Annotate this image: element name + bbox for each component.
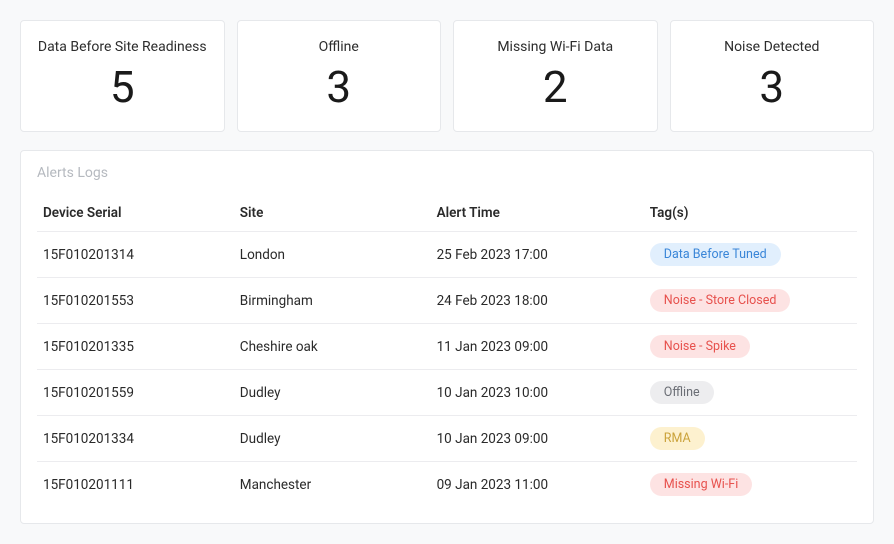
cell-serial: 15F010201335	[37, 324, 234, 370]
col-header-site[interactable]: Site	[234, 197, 431, 232]
cell-tags: Noise - Spike	[644, 324, 857, 370]
cell-site: Dudley	[234, 416, 431, 462]
cell-tags: Offline	[644, 370, 857, 416]
alerts-logs-panel: Alerts Logs Device Serial Site Alert Tim…	[20, 150, 874, 524]
cell-site: London	[234, 232, 431, 278]
table-row[interactable]: 15F010201334Dudley10 Jan 2023 09:00 RMA	[37, 416, 857, 462]
stat-card-missing-wifi[interactable]: Missing Wi-Fi Data 2	[453, 20, 658, 132]
cell-tags: Missing Wi-Fi	[644, 462, 857, 508]
cell-site: Birmingham	[234, 278, 431, 324]
tag-badge[interactable]: Noise - Store Closed	[650, 289, 791, 312]
stat-value: 3	[683, 65, 862, 109]
stat-label: Offline	[250, 39, 429, 55]
cell-time: 10 Jan 2023 10:00	[431, 370, 644, 416]
cell-serial: 15F010201314	[37, 232, 234, 278]
cell-tags: Data Before Tuned	[644, 232, 857, 278]
col-header-tags[interactable]: Tag(s)	[644, 197, 857, 232]
cell-time: 24 Feb 2023 18:00	[431, 278, 644, 324]
stat-card-noise[interactable]: Noise Detected 3	[670, 20, 875, 132]
table-row[interactable]: 15F010201559Dudley10 Jan 2023 10:00 Offli…	[37, 370, 857, 416]
tag-badge[interactable]: Data Before Tuned	[650, 243, 781, 266]
cell-site: Manchester	[234, 462, 431, 508]
stat-value: 2	[466, 65, 645, 109]
stat-card-data-before[interactable]: Data Before Site Readiness 5	[20, 20, 225, 132]
table-header-row: Device Serial Site Alert Time Tag(s)	[37, 197, 857, 232]
table-row[interactable]: 15F010201314London25 Feb 2023 17:00 Data …	[37, 232, 857, 278]
cell-serial: 15F010201111	[37, 462, 234, 508]
cell-site: Dudley	[234, 370, 431, 416]
cell-time: 09 Jan 2023 11:00	[431, 462, 644, 508]
cell-serial: 15F010201553	[37, 278, 234, 324]
alerts-table: Device Serial Site Alert Time Tag(s) 15F…	[37, 197, 857, 507]
alerts-table-body: 15F010201314London25 Feb 2023 17:00 Data …	[37, 232, 857, 508]
cell-tags: RMA	[644, 416, 857, 462]
panel-title: Alerts Logs	[37, 165, 857, 181]
stats-row: Data Before Site Readiness 5 Offline 3 M…	[20, 20, 874, 132]
stat-value: 5	[33, 65, 212, 109]
tag-badge[interactable]: RMA	[650, 427, 705, 450]
tag-badge[interactable]: Offline	[650, 381, 714, 404]
tag-badge[interactable]: Noise - Spike	[650, 335, 750, 358]
cell-time: 10 Jan 2023 09:00	[431, 416, 644, 462]
cell-serial: 15F010201334	[37, 416, 234, 462]
tag-badge[interactable]: Missing Wi-Fi	[650, 473, 752, 496]
cell-serial: 15F010201559	[37, 370, 234, 416]
stat-label: Noise Detected	[683, 39, 862, 55]
cell-site: Cheshire oak	[234, 324, 431, 370]
cell-time: 11 Jan 2023 09:00	[431, 324, 644, 370]
col-header-time[interactable]: Alert Time	[431, 197, 644, 232]
stat-card-offline[interactable]: Offline 3	[237, 20, 442, 132]
stat-label: Missing Wi-Fi Data	[466, 39, 645, 55]
cell-tags: Noise - Store Closed	[644, 278, 857, 324]
stat-value: 3	[250, 65, 429, 109]
col-header-serial[interactable]: Device Serial	[37, 197, 234, 232]
cell-time: 25 Feb 2023 17:00	[431, 232, 644, 278]
table-row[interactable]: 15F010201335Cheshire oak11 Jan 2023 09:0…	[37, 324, 857, 370]
table-row[interactable]: 15F010201111Manchester09 Jan 2023 11:00 M…	[37, 462, 857, 508]
table-row[interactable]: 15F010201553Birmingham24 Feb 2023 18:00 N…	[37, 278, 857, 324]
stat-label: Data Before Site Readiness	[33, 39, 212, 55]
